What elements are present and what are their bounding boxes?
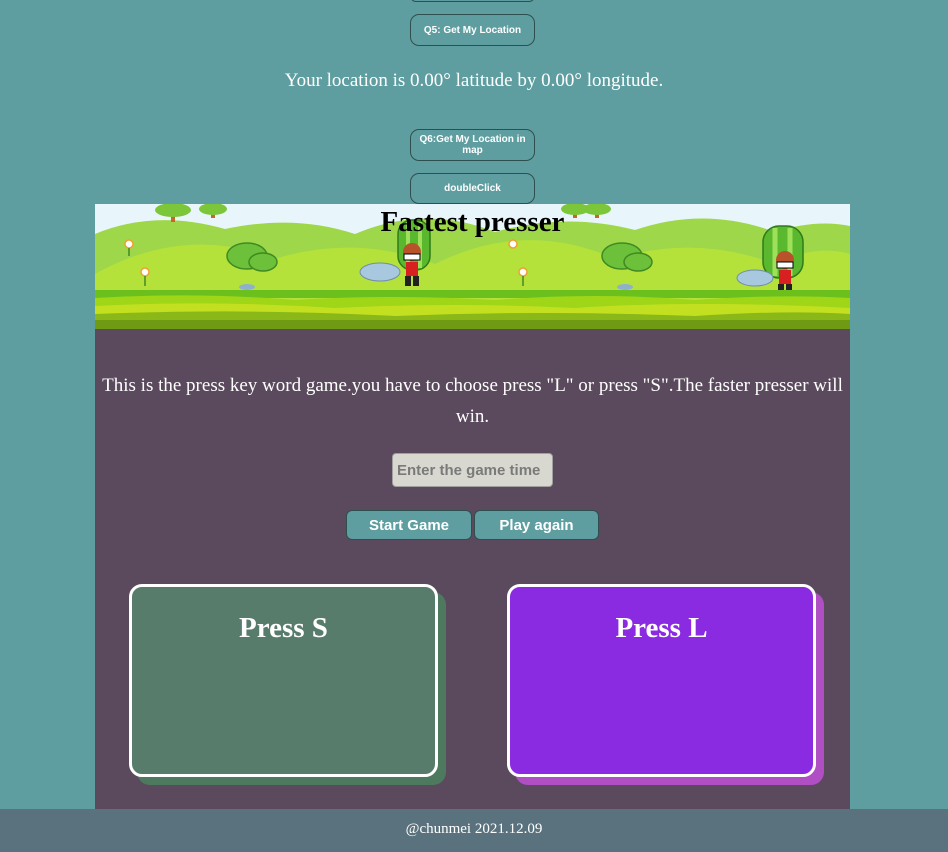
play-again-button[interactable]: Play again [474, 510, 599, 540]
game-title: Fastest presser [380, 206, 565, 238]
start-game-button[interactable]: Start Game [346, 510, 472, 540]
get-location-map-button[interactable]: Q6:Get My Location in map [410, 129, 535, 161]
press-l-box[interactable]: Press L [507, 584, 816, 777]
game-instructions: This is the press key word game.you have… [102, 375, 843, 427]
location-text: Your location is 0.00° latitude by 0.00°… [284, 70, 664, 91]
footer-credit: @chunmei 2021.12.09 [0, 809, 948, 852]
doubleclick-button[interactable]: doubleClick [410, 173, 535, 204]
get-location-button[interactable]: Q5: Get My Location [410, 14, 535, 46]
previous-question-button[interactable] [410, 0, 535, 2]
game-panel: Fastest presser This is the press key wo… [95, 204, 850, 810]
game-time-input[interactable] [392, 453, 553, 487]
press-s-box[interactable]: Press S [129, 584, 438, 777]
